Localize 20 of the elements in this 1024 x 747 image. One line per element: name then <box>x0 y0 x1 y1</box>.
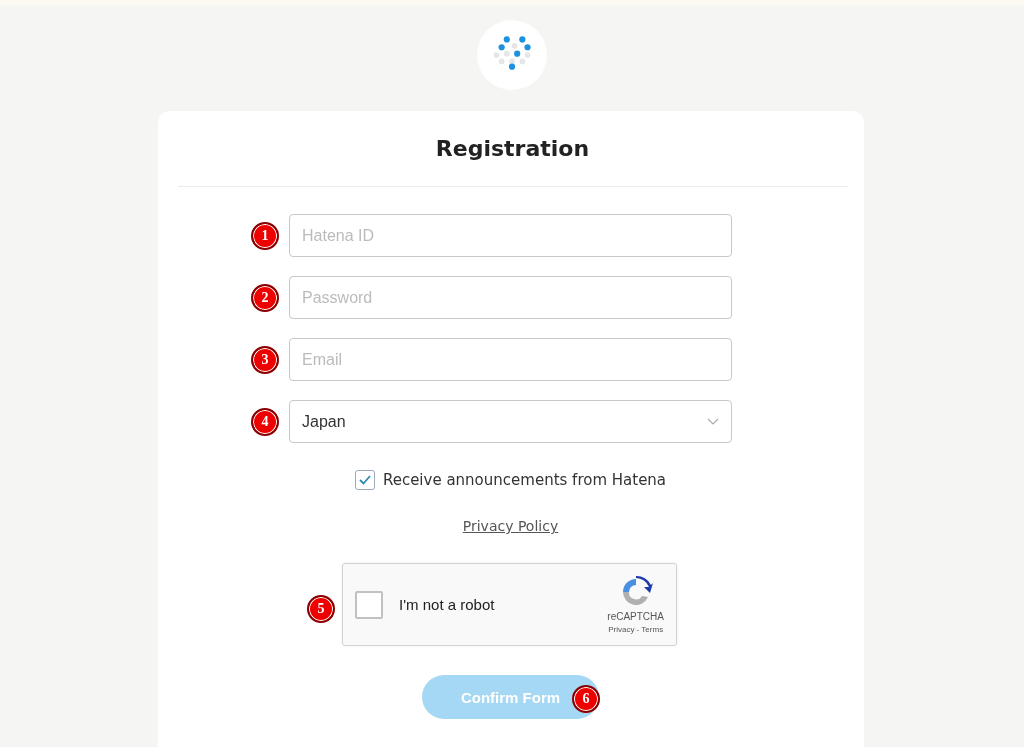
captcha-brand: reCAPTCHA <box>607 611 664 622</box>
text-field[interactable]: Email <box>289 338 732 381</box>
text-field[interactable]: Password <box>289 276 732 319</box>
checkbox[interactable] <box>354 470 375 490</box>
form-title: Registration <box>435 136 590 161</box>
step-badge: 2 <box>251 284 279 312</box>
captcha-links: Privacy - Terms <box>608 625 664 634</box>
text-field[interactable]: Hatena ID <box>289 214 732 257</box>
privacy-policy-link[interactable]: Privacy Policy <box>462 518 559 534</box>
checkbox-label: Receive announcements from Hatena <box>382 471 667 489</box>
step-badge: 4 <box>251 408 279 436</box>
captcha-checkbox[interactable] <box>355 590 383 619</box>
captcha-label: I'm not a robot <box>399 596 496 613</box>
step-badge: 5 <box>307 595 335 623</box>
chevron-down-icon <box>707 417 719 426</box>
step-badge: 3 <box>251 346 279 374</box>
country-select[interactable]: Japan <box>289 400 732 443</box>
step-badge: 1 <box>251 222 279 250</box>
step-badge: 6 <box>572 685 600 713</box>
checkmark-icon <box>357 474 372 486</box>
